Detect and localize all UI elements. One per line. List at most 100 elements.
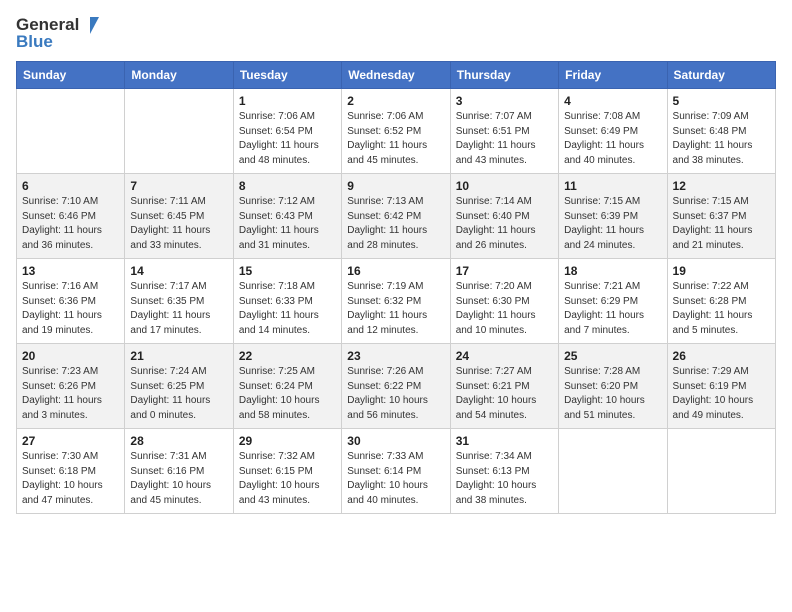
cell-content: Sunrise: 7:24 AM Sunset: 6:25 PM Dayligh… [130,365,227,423]
cell-content: Sunrise: 7:27 AM Sunset: 6:21 PM Dayligh… [456,365,553,423]
header-day-wednesday: Wednesday [342,62,450,89]
calendar-cell: 11 Sunrise: 7:15 AM Sunset: 6:39 PM Dayli… [559,174,667,259]
day-number: 4 [564,94,661,108]
day-number: 15 [239,264,336,278]
day-number: 16 [347,264,444,278]
cell-content: Sunrise: 7:06 AM Sunset: 6:54 PM Dayligh… [239,110,336,168]
calendar-cell: 30Sunrise: 7:33 AM Sunset: 6:14 PM Dayli… [342,429,450,514]
calendar-cell: 7Sunrise: 7:11 AM Sunset: 6:45 PM Daylig… [125,174,233,259]
calendar-cell: 15 Sunrise: 7:18 AM Sunset: 6:33 PM Dayli… [233,259,341,344]
day-number: 14 [130,264,227,278]
calendar-week-3: 13Sunrise: 7:16 AM Sunset: 6:36 PM Dayli… [17,259,776,344]
cell-content: Sunrise: 7:20 AM Sunset: 6:30 PM Dayligh… [456,280,553,338]
calendar-cell: 22Sunrise: 7:25 AM Sunset: 6:24 PM Dayli… [233,344,341,429]
calendar-cell: 26Sunrise: 7:29 AM Sunset: 6:19 PM Dayli… [667,344,775,429]
day-number: 10 [456,179,553,193]
calendar-week-2: 6Sunrise: 7:10 AM Sunset: 6:46 PM Daylig… [17,174,776,259]
day-number: 12 [673,179,770,193]
calendar-cell: 29Sunrise: 7:32 AM Sunset: 6:15 PM Dayli… [233,429,341,514]
day-number: 20 [22,349,119,363]
cell-content: Sunrise: 7:34 AM Sunset: 6:13 PM Dayligh… [456,450,553,508]
cell-content: Sunrise: 7:18 AM Sunset: 6:33 PM Dayligh… [239,280,336,338]
calendar-cell: 31 Sunrise: 7:34 AM Sunset: 6:13 PM Dayli… [450,429,558,514]
day-number: 23 [347,349,444,363]
day-number: 19 [673,264,770,278]
calendar-cell: 16 Sunrise: 7:19 AM Sunset: 6:32 PM Dayli… [342,259,450,344]
calendar-cell: 9Sunrise: 7:13 AM Sunset: 6:42 PM Daylig… [342,174,450,259]
calendar-cell: 27Sunrise: 7:30 AM Sunset: 6:18 PM Dayli… [17,429,125,514]
day-number: 31 [456,434,553,448]
calendar-cell [667,429,775,514]
day-number: 28 [130,434,227,448]
header-day-thursday: Thursday [450,62,558,89]
day-number: 1 [239,94,336,108]
calendar-cell: 28Sunrise: 7:31 AM Sunset: 6:16 PM Dayli… [125,429,233,514]
logo-blue: Blue [16,33,99,52]
day-number: 8 [239,179,336,193]
day-number: 2 [347,94,444,108]
cell-content: Sunrise: 7:19 AM Sunset: 6:32 PM Dayligh… [347,280,444,338]
cell-content: Sunrise: 7:14 AM Sunset: 6:40 PM Dayligh… [456,195,553,253]
calendar-header-row: SundayMondayTuesdayWednesdayThursdayFrid… [17,62,776,89]
header-day-tuesday: Tuesday [233,62,341,89]
day-number: 25 [564,349,661,363]
cell-content: Sunrise: 7:23 AM Sunset: 6:26 PM Dayligh… [22,365,119,423]
page-header: General Blue [16,16,776,51]
cell-content: Sunrise: 7:15 AM Sunset: 6:37 PM Dayligh… [673,195,770,253]
calendar-cell: 1 Sunrise: 7:06 AM Sunset: 6:54 PM Daylig… [233,89,341,174]
calendar-table: SundayMondayTuesdayWednesdayThursdayFrid… [16,61,776,514]
calendar-cell: 12 Sunrise: 7:15 AM Sunset: 6:37 PM Dayli… [667,174,775,259]
cell-content: Sunrise: 7:29 AM Sunset: 6:19 PM Dayligh… [673,365,770,423]
cell-content: Sunrise: 7:25 AM Sunset: 6:24 PM Dayligh… [239,365,336,423]
calendar-week-5: 27Sunrise: 7:30 AM Sunset: 6:18 PM Dayli… [17,429,776,514]
calendar-cell: 2 Sunrise: 7:06 AM Sunset: 6:52 PM Daylig… [342,89,450,174]
cell-content: Sunrise: 7:11 AM Sunset: 6:45 PM Dayligh… [130,195,227,253]
cell-content: Sunrise: 7:10 AM Sunset: 6:46 PM Dayligh… [22,195,119,253]
calendar-cell: 20 Sunrise: 7:23 AM Sunset: 6:26 PM Dayli… [17,344,125,429]
calendar-cell: 21 Sunrise: 7:24 AM Sunset: 6:25 PM Dayli… [125,344,233,429]
cell-content: Sunrise: 7:07 AM Sunset: 6:51 PM Dayligh… [456,110,553,168]
calendar-cell: 23 Sunrise: 7:26 AM Sunset: 6:22 PM Dayli… [342,344,450,429]
calendar-body: 1 Sunrise: 7:06 AM Sunset: 6:54 PM Daylig… [17,89,776,514]
header-day-monday: Monday [125,62,233,89]
calendar-cell: 18Sunrise: 7:21 AM Sunset: 6:29 PM Dayli… [559,259,667,344]
day-number: 9 [347,179,444,193]
cell-content: Sunrise: 7:09 AM Sunset: 6:48 PM Dayligh… [673,110,770,168]
calendar-cell: 24 Sunrise: 7:27 AM Sunset: 6:21 PM Dayli… [450,344,558,429]
day-number: 17 [456,264,553,278]
day-number: 3 [456,94,553,108]
cell-content: Sunrise: 7:06 AM Sunset: 6:52 PM Dayligh… [347,110,444,168]
cell-content: Sunrise: 7:26 AM Sunset: 6:22 PM Dayligh… [347,365,444,423]
day-number: 24 [456,349,553,363]
calendar-week-1: 1 Sunrise: 7:06 AM Sunset: 6:54 PM Daylig… [17,89,776,174]
day-number: 18 [564,264,661,278]
calendar-cell: 14 Sunrise: 7:17 AM Sunset: 6:35 PM Dayli… [125,259,233,344]
calendar-cell: 19 Sunrise: 7:22 AM Sunset: 6:28 PM Dayli… [667,259,775,344]
day-number: 5 [673,94,770,108]
day-number: 29 [239,434,336,448]
day-number: 21 [130,349,227,363]
calendar-cell: 13Sunrise: 7:16 AM Sunset: 6:36 PM Dayli… [17,259,125,344]
calendar-cell [17,89,125,174]
calendar-cell [559,429,667,514]
cell-content: Sunrise: 7:22 AM Sunset: 6:28 PM Dayligh… [673,280,770,338]
header-day-saturday: Saturday [667,62,775,89]
logo-wordmark: General Blue [16,16,99,51]
cell-content: Sunrise: 7:15 AM Sunset: 6:39 PM Dayligh… [564,195,661,253]
calendar-cell: 8Sunrise: 7:12 AM Sunset: 6:43 PM Daylig… [233,174,341,259]
calendar-cell: 17 Sunrise: 7:20 AM Sunset: 6:30 PM Dayli… [450,259,558,344]
cell-content: Sunrise: 7:28 AM Sunset: 6:20 PM Dayligh… [564,365,661,423]
day-number: 27 [22,434,119,448]
calendar-week-4: 20 Sunrise: 7:23 AM Sunset: 6:26 PM Dayli… [17,344,776,429]
day-number: 13 [22,264,119,278]
day-number: 11 [564,179,661,193]
cell-content: Sunrise: 7:17 AM Sunset: 6:35 PM Dayligh… [130,280,227,338]
calendar-cell: 10 Sunrise: 7:14 AM Sunset: 6:40 PM Dayli… [450,174,558,259]
logo-flag-icon [81,16,99,34]
header-day-sunday: Sunday [17,62,125,89]
calendar-cell [125,89,233,174]
calendar-cell: 4 Sunrise: 7:08 AM Sunset: 6:49 PM Daylig… [559,89,667,174]
cell-content: Sunrise: 7:08 AM Sunset: 6:49 PM Dayligh… [564,110,661,168]
logo: General Blue [16,16,99,51]
day-number: 30 [347,434,444,448]
